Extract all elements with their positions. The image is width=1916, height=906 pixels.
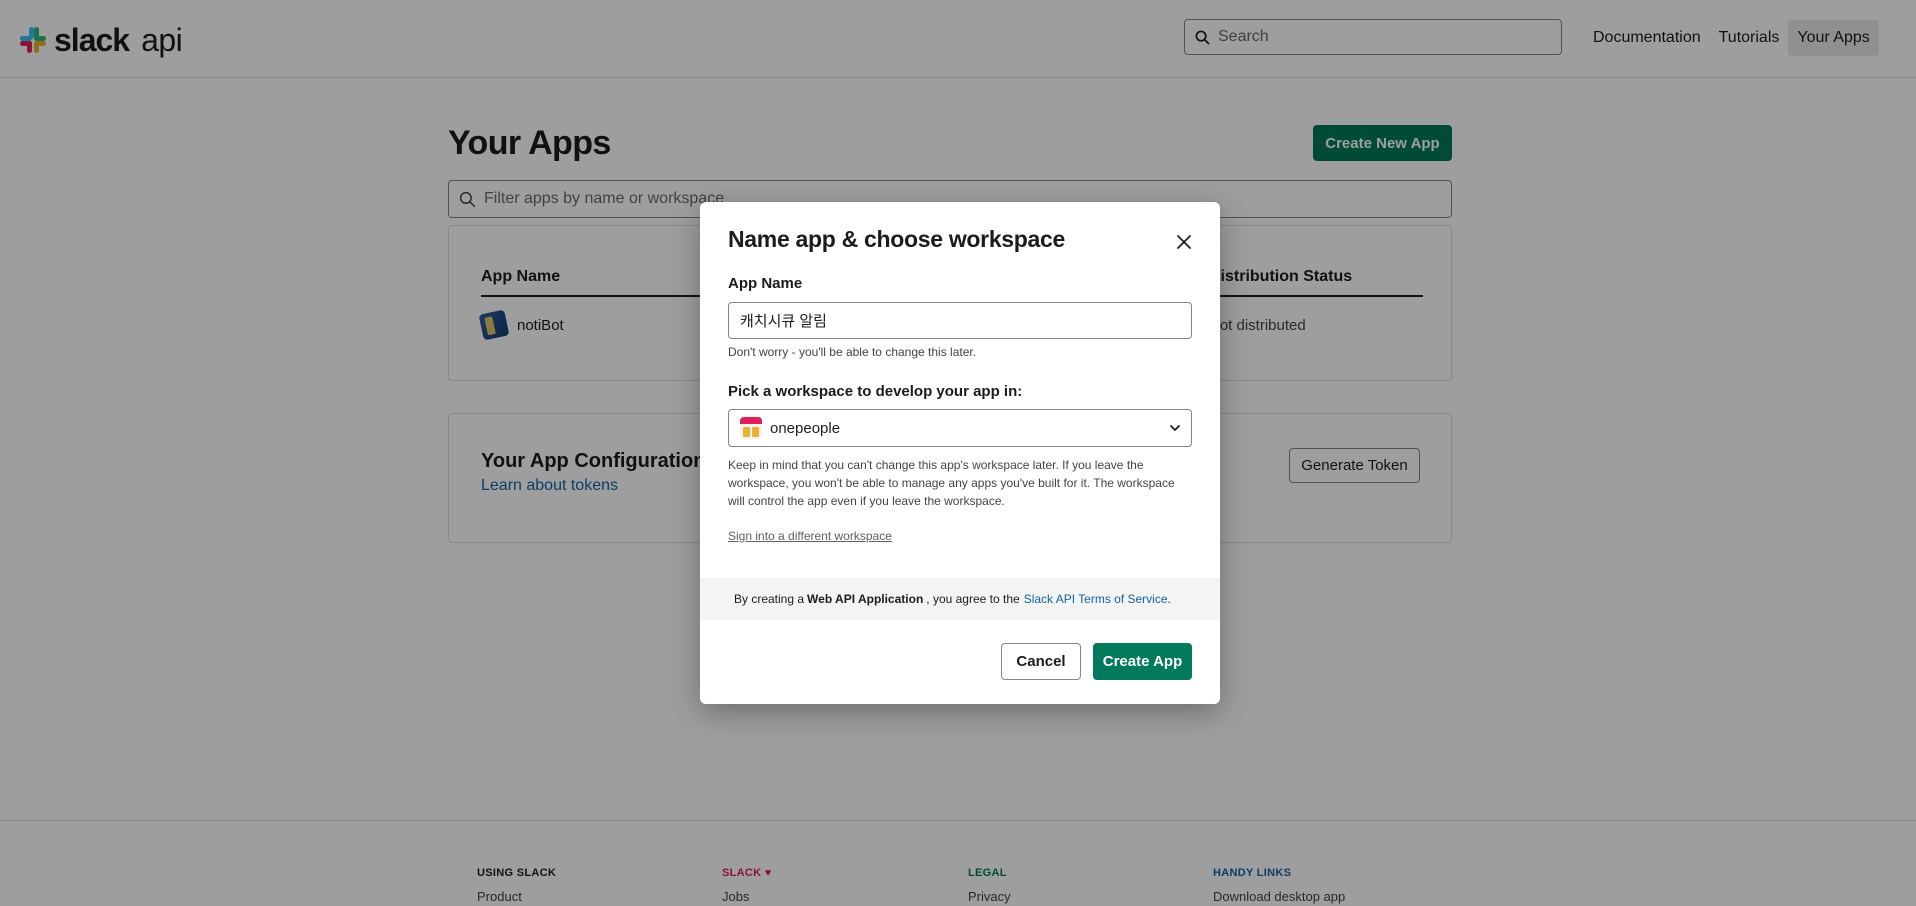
terms-suffix: .	[1167, 592, 1171, 606]
workspace-value: onepeople	[770, 419, 841, 437]
terms-prefix: By creating a	[734, 592, 805, 606]
app-name-label: App Name	[728, 275, 803, 292]
workspace-icon	[740, 417, 762, 439]
close-button[interactable]	[1170, 228, 1198, 256]
workspace-label: Pick a workspace to develop your app in:	[728, 383, 1023, 400]
create-app-modal: Name app & choose workspace App Name 캐치시…	[700, 202, 1220, 704]
modal-title: Name app & choose workspace	[728, 226, 1066, 252]
sign-in-different-workspace-link[interactable]: Sign into a different workspace	[728, 529, 892, 543]
terms-of-service-link[interactable]: Slack API Terms of Service	[1024, 592, 1168, 606]
workspace-helper: Keep in mind that you can't change this …	[728, 458, 1175, 508]
cancel-button[interactable]: Cancel	[1001, 643, 1081, 680]
terms-middle: , you agree to the	[926, 592, 1020, 606]
app-name-helper: Don't worry - you'll be able to change t…	[728, 345, 977, 359]
app-name-value: 캐치시큐 알림	[740, 313, 827, 330]
terms-app-type: Web API Application	[807, 592, 924, 606]
workspace-select[interactable]: onepeople	[728, 409, 1192, 447]
app-name-input[interactable]: 캐치시큐 알림	[728, 302, 1192, 339]
chevron-down-icon	[1170, 425, 1180, 431]
terms-notice: By creating a Web API Application , you …	[700, 578, 1220, 620]
create-app-button[interactable]: Create App	[1093, 643, 1192, 680]
close-icon	[1177, 235, 1191, 249]
